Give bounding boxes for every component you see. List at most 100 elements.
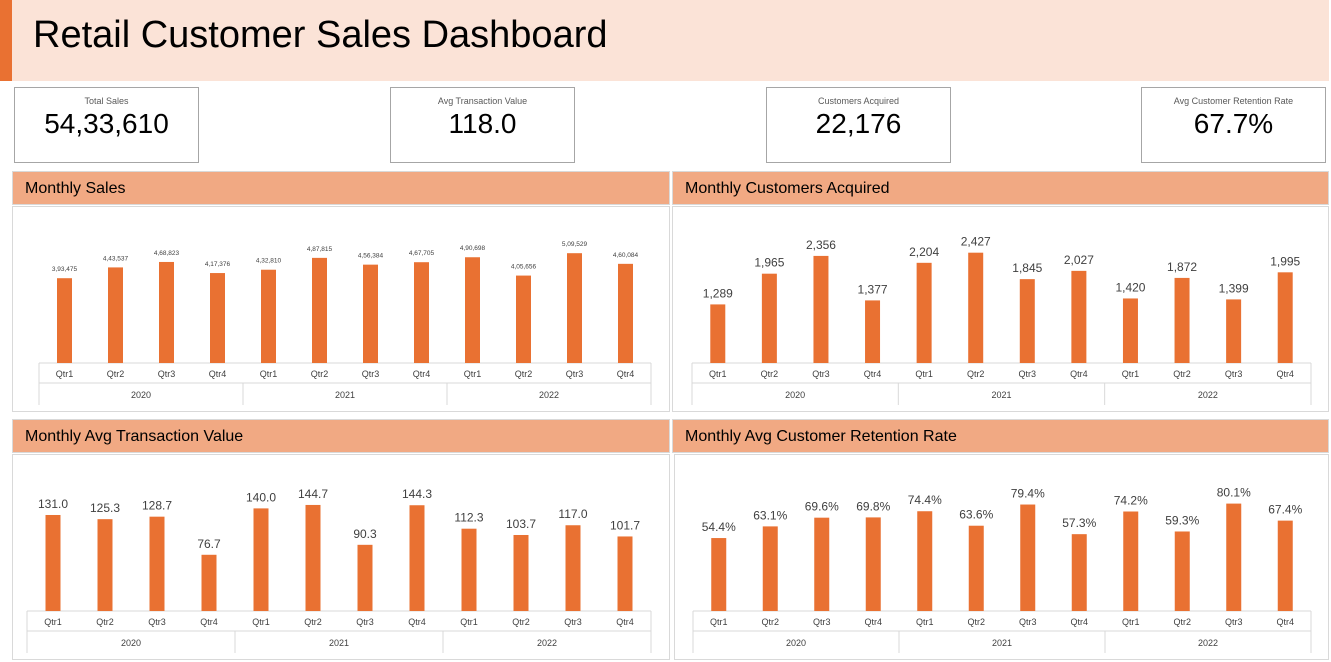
kpi-label: Total Sales (84, 96, 129, 106)
chart-monthly-sales: 3,93,475 Qtr1 4,43,537 Qtr2 4,68,823 Qtr3 4,17… (12, 206, 670, 412)
data-label: 4,05,656 (511, 264, 537, 271)
x-tick-label: Qtr1 (915, 369, 933, 379)
x-tick-label: Qtr4 (864, 617, 882, 627)
x-tick-label: Qtr3 (158, 369, 176, 379)
x-tick-label: Qtr1 (464, 369, 482, 379)
data-label: 74.4% (908, 493, 942, 507)
group-label: 2021 (992, 638, 1012, 648)
data-label: 3,93,475 (52, 266, 78, 273)
panel-title: Monthly Avg Customer Retention Rate (685, 428, 957, 445)
data-label: 4,68,823 (154, 250, 180, 257)
x-tick-label: Qtr3 (1019, 617, 1037, 627)
x-tick-label: Qtr4 (864, 369, 882, 379)
data-label: 69.6% (805, 500, 839, 514)
bar (1071, 270, 1087, 363)
monthly-customers-chart-svg: 1,289 Qtr1 1,965 Qtr2 2,356 Qtr3 1,377 Qtr4 2,20… (691, 235, 1312, 405)
group-label: 2022 (1198, 390, 1218, 400)
x-tick-label: Qtr4 (1070, 617, 1088, 627)
data-label: 128.7 (142, 499, 172, 513)
x-tick-label: Qtr1 (709, 369, 727, 379)
title-bar: Retail Customer Sales Dashboard (0, 0, 1329, 81)
data-label: 79.4% (1011, 487, 1045, 501)
group-label: 2021 (335, 390, 355, 400)
data-label: 76.7 (197, 537, 221, 551)
bar (159, 261, 174, 363)
data-label: 90.3 (353, 527, 377, 541)
x-tick-label: Qtr2 (304, 617, 322, 627)
chart-monthly-atv: 131.0 Qtr1 125.3 Qtr2 128.7 Qtr3 76.7 Qtr4 140.0… (12, 454, 670, 660)
group-label: 2022 (1198, 638, 1218, 648)
x-tick-label: Qtr1 (460, 617, 478, 627)
data-label: 131.0 (38, 497, 68, 511)
x-tick-label: Qtr4 (617, 369, 635, 379)
data-label: 103.7 (506, 517, 536, 531)
data-label: 1,289 (703, 286, 733, 300)
data-label: 69.8% (856, 499, 890, 513)
data-label: 74.2% (1114, 494, 1148, 508)
bar (1020, 504, 1036, 611)
group-label: 2022 (539, 390, 559, 400)
x-tick-label: Qtr3 (812, 369, 830, 379)
bar (1071, 534, 1087, 611)
bar (865, 517, 881, 611)
bar (565, 525, 581, 611)
data-label: 101.7 (610, 518, 640, 532)
data-label: 1,420 (1115, 280, 1145, 294)
data-label: 4,87,815 (307, 246, 333, 253)
kpi-customers-acquired: Customers Acquired 22,176 (766, 87, 951, 163)
data-label: 144.3 (402, 487, 432, 501)
data-label: 2,027 (1064, 253, 1094, 267)
data-label: 144.7 (298, 487, 328, 501)
panel-header-monthly-atv: Monthly Avg Transaction Value (12, 419, 670, 453)
bar (516, 275, 531, 363)
data-label: 112.3 (454, 511, 483, 525)
x-tick-label: Qtr3 (362, 369, 380, 379)
data-label: 4,32,810 (256, 258, 282, 265)
x-tick-label: Qtr4 (200, 617, 218, 627)
bar (1019, 279, 1035, 363)
dashboard-title: Retail Customer Sales Dashboard (33, 14, 608, 56)
bar (210, 273, 225, 363)
bar (305, 504, 321, 611)
bar (253, 508, 269, 611)
x-tick-label: Qtr1 (710, 617, 728, 627)
bar (409, 505, 425, 611)
group-label: 2021 (991, 390, 1011, 400)
data-label: 140.0 (246, 490, 276, 504)
x-tick-label: Qtr3 (1225, 617, 1243, 627)
bar (762, 526, 778, 611)
kpi-total-sales: Total Sales 54,33,610 (14, 87, 199, 163)
bar (761, 273, 777, 363)
x-tick-label: Qtr2 (311, 369, 329, 379)
data-label: 63.6% (959, 508, 993, 522)
bar (1122, 298, 1138, 363)
data-label: 2,204 (909, 245, 939, 259)
x-tick-label: Qtr1 (44, 617, 62, 627)
group-label: 2020 (121, 638, 141, 648)
bar (108, 267, 123, 363)
x-tick-label: Qtr2 (761, 369, 779, 379)
bar (813, 255, 829, 363)
group-label: 2021 (329, 638, 349, 648)
panel-title: Monthly Sales (25, 180, 126, 197)
x-tick-label: Qtr4 (413, 369, 431, 379)
data-label: 67.4% (1268, 503, 1302, 517)
kpi-label: Customers Acquired (817, 96, 900, 106)
data-label: 57.3% (1062, 516, 1096, 530)
bar (711, 538, 727, 611)
bar (865, 300, 881, 363)
kpi-avg-transaction-value: Avg Transaction Value 118.0 (390, 87, 575, 163)
x-tick-label: Qtr2 (1173, 617, 1191, 627)
data-label: 1,995 (1270, 254, 1300, 268)
x-tick-label: Qtr3 (564, 617, 582, 627)
x-tick-label: Qtr4 (209, 369, 227, 379)
monthly-atv-chart-svg: 131.0 Qtr1 125.3 Qtr2 128.7 Qtr3 76.7 Qtr4 140.0… (26, 487, 652, 653)
bar (201, 554, 217, 611)
x-tick-label: Qtr3 (813, 617, 831, 627)
x-tick-label: Qtr2 (1173, 369, 1191, 379)
x-tick-label: Qtr1 (1122, 617, 1140, 627)
bar (968, 525, 984, 611)
data-label: 1,377 (858, 282, 888, 296)
bar (1226, 503, 1242, 611)
bar (1123, 511, 1139, 611)
